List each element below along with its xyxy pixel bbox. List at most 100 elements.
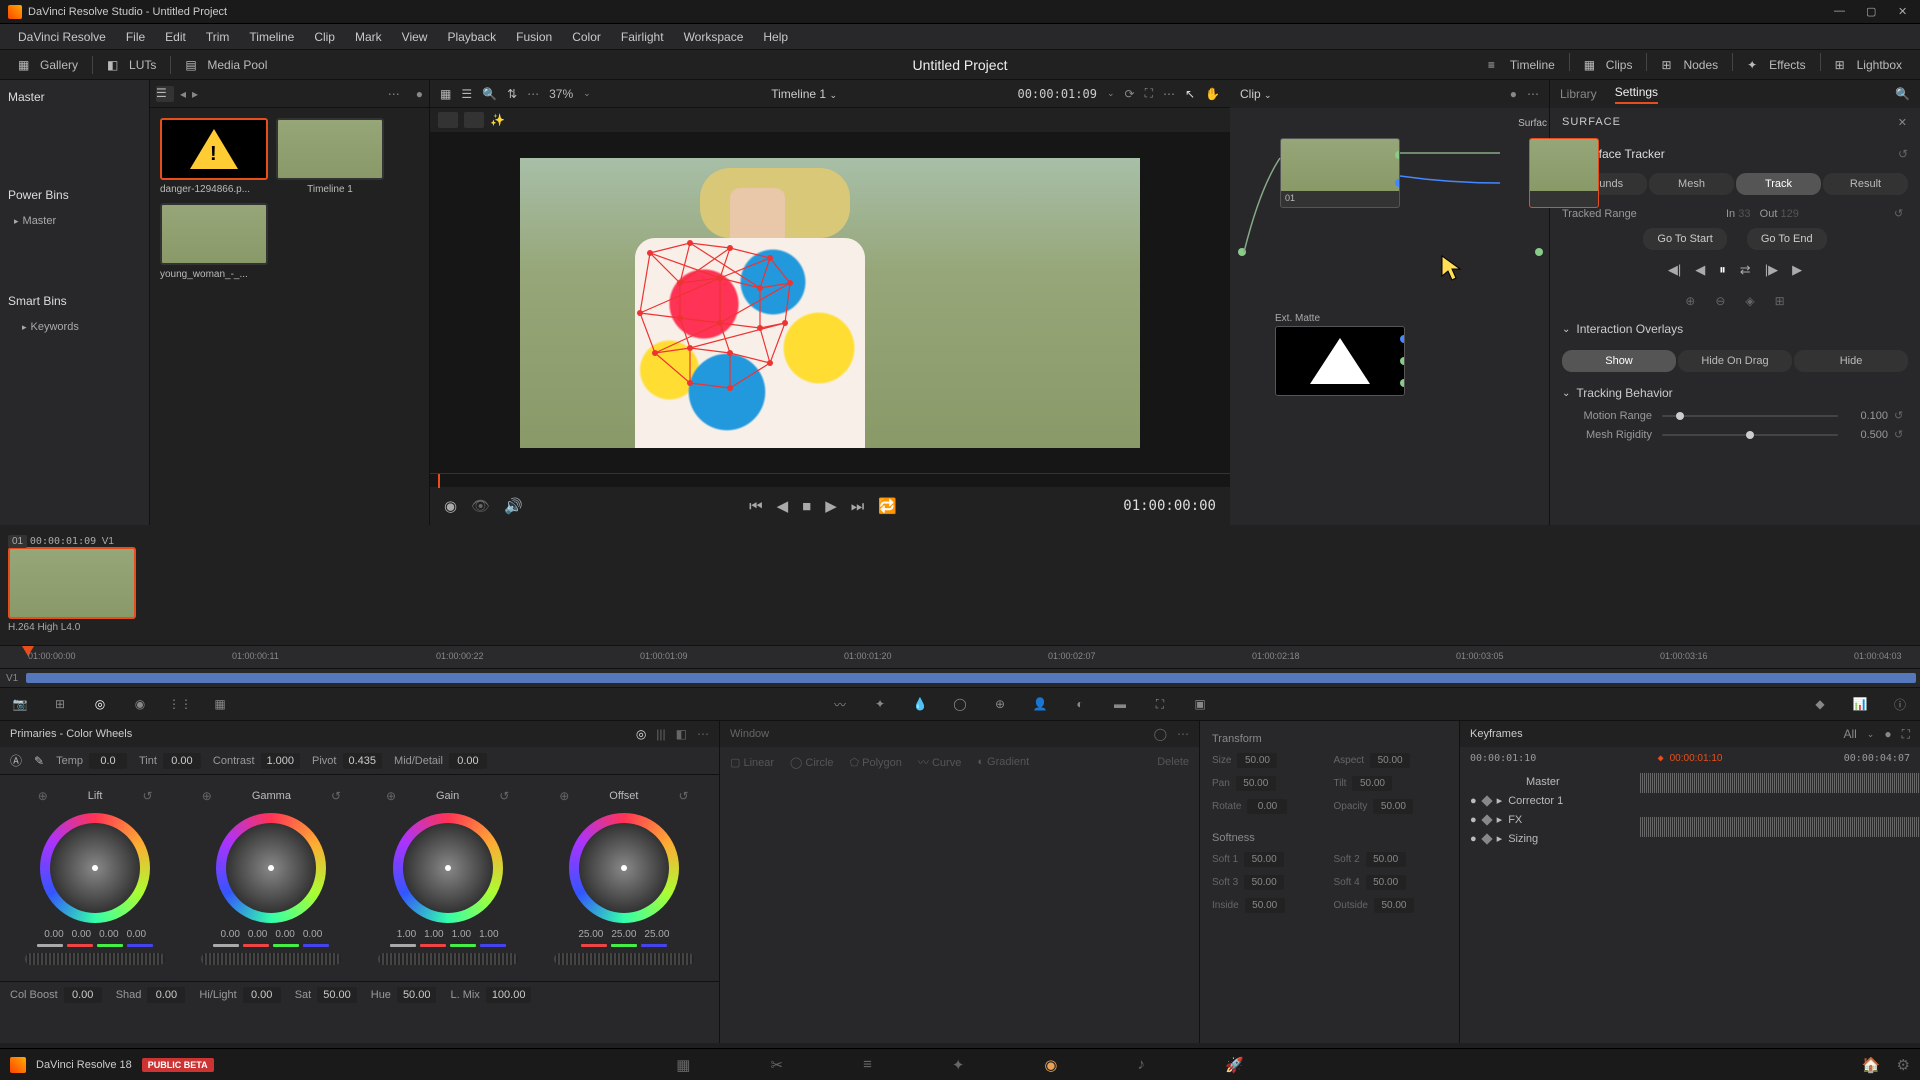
pivot-value[interactable]: 0.435 xyxy=(343,753,383,769)
timeline-tb-button[interactable]: ≡Timeline xyxy=(1478,53,1565,77)
blur-icon[interactable]: ◐ xyxy=(1070,695,1090,713)
lift-wheel[interactable] xyxy=(40,813,150,923)
lift-jog[interactable] xyxy=(25,953,165,965)
expand-icon[interactable]: ⛶ xyxy=(1145,86,1153,101)
gallery-button[interactable]: ▦Gallery xyxy=(8,53,88,77)
menu-file[interactable]: File xyxy=(116,30,155,44)
sat-value[interactable]: 50.00 xyxy=(317,987,357,1003)
overlay-hideondrag[interactable]: Hide On Drag xyxy=(1678,350,1792,372)
reset-motion-icon[interactable]: ↺ xyxy=(1894,409,1908,422)
track-fwd-button[interactable]: ▶ xyxy=(1792,262,1802,278)
menu-view[interactable]: View xyxy=(392,30,438,44)
play-button[interactable]: ▶ xyxy=(825,497,837,515)
split-icon[interactable] xyxy=(464,112,484,128)
menu-color[interactable]: Color xyxy=(562,30,611,44)
clips-button[interactable]: ▦Clips xyxy=(1574,53,1643,77)
overlay-show[interactable]: Show xyxy=(1562,350,1676,372)
hdr-icon[interactable]: ◉ xyxy=(130,695,150,713)
lightbox-button[interactable]: ⊞Lightbox xyxy=(1825,53,1912,77)
lift-reset-icon[interactable]: ↺ xyxy=(142,789,152,803)
powerbins-header[interactable]: Power Bins xyxy=(6,184,143,206)
menu-edit[interactable]: Edit xyxy=(155,30,196,44)
goto-start-button[interactable]: Go To Start xyxy=(1643,228,1726,250)
curves-icon[interactable]: 〰 xyxy=(830,695,850,713)
smartbins-header[interactable]: Smart Bins xyxy=(6,290,143,312)
master-bin[interactable]: Master xyxy=(6,86,143,108)
gain-reset-icon[interactable]: ↺ xyxy=(499,789,509,803)
minimize-button[interactable]: — xyxy=(1834,5,1848,19)
window-icon[interactable]: ◯ xyxy=(950,695,970,713)
zoom-value[interactable]: 37% xyxy=(549,87,573,101)
hue-value[interactable]: 50.00 xyxy=(397,987,437,1003)
offset-reset-icon[interactable]: ↺ xyxy=(678,789,688,803)
offset-jog[interactable] xyxy=(554,953,694,965)
rigidity-slider[interactable] xyxy=(1662,434,1838,436)
viewer-canvas[interactable] xyxy=(520,158,1140,448)
key-icon[interactable]: ▬ xyxy=(1110,695,1130,713)
luts-button[interactable]: ◧LUTs xyxy=(97,53,166,77)
edit-page-icon[interactable]: ≡ xyxy=(863,1056,872,1073)
timeline-track-v1[interactable]: V1 xyxy=(0,669,1920,687)
prev-frame-button[interactable]: ◀ xyxy=(777,497,789,515)
lift-bw-icon[interactable]: ⊕ xyxy=(38,789,48,803)
picker-icon[interactable]: ✎ xyxy=(34,754,44,768)
media-page-icon[interactable]: ▦ xyxy=(676,1056,690,1074)
wheels-mode-icon[interactable]: ◎ xyxy=(636,727,646,741)
thumbnail-view-icon[interactable]: ▦ xyxy=(440,87,451,101)
rgb-mixer-icon[interactable]: ⋮⋮ xyxy=(170,695,190,713)
settings-gear-icon[interactable]: ⚙ xyxy=(1897,1056,1910,1074)
hl-value[interactable]: 0.00 xyxy=(243,987,281,1003)
gamma-jog[interactable] xyxy=(201,953,341,965)
edit-point-icon[interactable]: ◈ xyxy=(1745,294,1754,308)
clip-thumb-01[interactable]: 01 00:00:01:09 V1 H.264 High L4.0 xyxy=(8,533,136,637)
sizing-icon[interactable]: ⛶ xyxy=(1150,695,1170,713)
bypass-icon[interactable]: ⟳ xyxy=(1125,87,1135,101)
media-thumb-danger[interactable]: danger-1294866.p... xyxy=(160,118,268,195)
tint-value[interactable]: 0.00 xyxy=(163,753,201,769)
menu-trim[interactable]: Trim xyxy=(196,30,240,44)
maximize-button[interactable]: ▢ xyxy=(1866,5,1880,19)
settings-tab[interactable]: Settings xyxy=(1615,85,1658,104)
menu-fairlight[interactable]: Fairlight xyxy=(611,30,674,44)
overlays-header[interactable]: Interaction Overlays xyxy=(1562,316,1908,342)
camera-raw-icon[interactable]: 📷 xyxy=(10,695,30,713)
library-tab[interactable]: Library xyxy=(1560,87,1597,101)
reset-rigidity-icon[interactable]: ↺ xyxy=(1894,428,1908,441)
cut-page-icon[interactable]: ✂ xyxy=(770,1056,783,1074)
menu-timeline[interactable]: Timeline xyxy=(239,30,304,44)
close-panel-icon[interactable]: ✕ xyxy=(1898,116,1908,129)
3d-icon[interactable]: ▣ xyxy=(1190,695,1210,713)
magic-icon[interactable]: ✨ xyxy=(490,113,505,127)
shape-delete[interactable]: Delete xyxy=(1157,756,1189,768)
match-icon[interactable]: 👁 xyxy=(471,497,490,515)
audio-icon[interactable]: 🔊 xyxy=(504,497,523,515)
hand-icon[interactable]: ✋ xyxy=(1205,87,1220,101)
kf-all-dropdown[interactable]: All xyxy=(1843,727,1856,741)
gain-jog[interactable] xyxy=(378,953,518,965)
offset-wheel[interactable] xyxy=(569,813,679,923)
info-icon[interactable]: ⓘ xyxy=(1890,695,1910,713)
goto-end-button[interactable]: Go To End xyxy=(1747,228,1827,250)
timeline-ruler[interactable]: 01:00:00:00 01:00:00:11 01:00:00:22 01:0… xyxy=(0,645,1920,669)
close-button[interactable]: ✕ xyxy=(1898,5,1912,19)
track-pause-button[interactable]: ⏸ xyxy=(1719,262,1726,278)
node-input-dot[interactable] xyxy=(1238,248,1246,256)
search-icon[interactable]: 🔍 xyxy=(482,87,497,101)
keywords-bin[interactable]: Keywords xyxy=(6,318,143,336)
qualifier-icon[interactable]: 💧 xyxy=(910,695,930,713)
node-ext-matte[interactable] xyxy=(1275,326,1405,396)
warper-icon[interactable]: ✦ xyxy=(870,695,890,713)
track-rev-button[interactable]: ◀ xyxy=(1695,262,1705,278)
timeline-clip[interactable] xyxy=(26,673,1916,683)
track-fwd-one-button[interactable]: |▶ xyxy=(1765,262,1778,278)
track-refresh-button[interactable]: ⇄ xyxy=(1740,262,1751,278)
gain-wheel[interactable] xyxy=(393,813,503,923)
media-thumb-timeline[interactable]: Timeline 1 xyxy=(276,118,384,195)
motion-range-slider[interactable] xyxy=(1662,415,1838,417)
menu-davinci[interactable]: DaVinci Resolve xyxy=(8,30,116,44)
menu-fusion[interactable]: Fusion xyxy=(506,30,562,44)
node-graph[interactable]: Clip ⌄ ●⋯ 01 Surfac Ext. Matte xyxy=(1230,80,1550,525)
shape-gradient[interactable]: ◐ Gradient xyxy=(977,756,1029,768)
seg-result[interactable]: Result xyxy=(1823,173,1908,195)
keyframe-mode-icon[interactable]: ◆ xyxy=(1810,695,1830,713)
